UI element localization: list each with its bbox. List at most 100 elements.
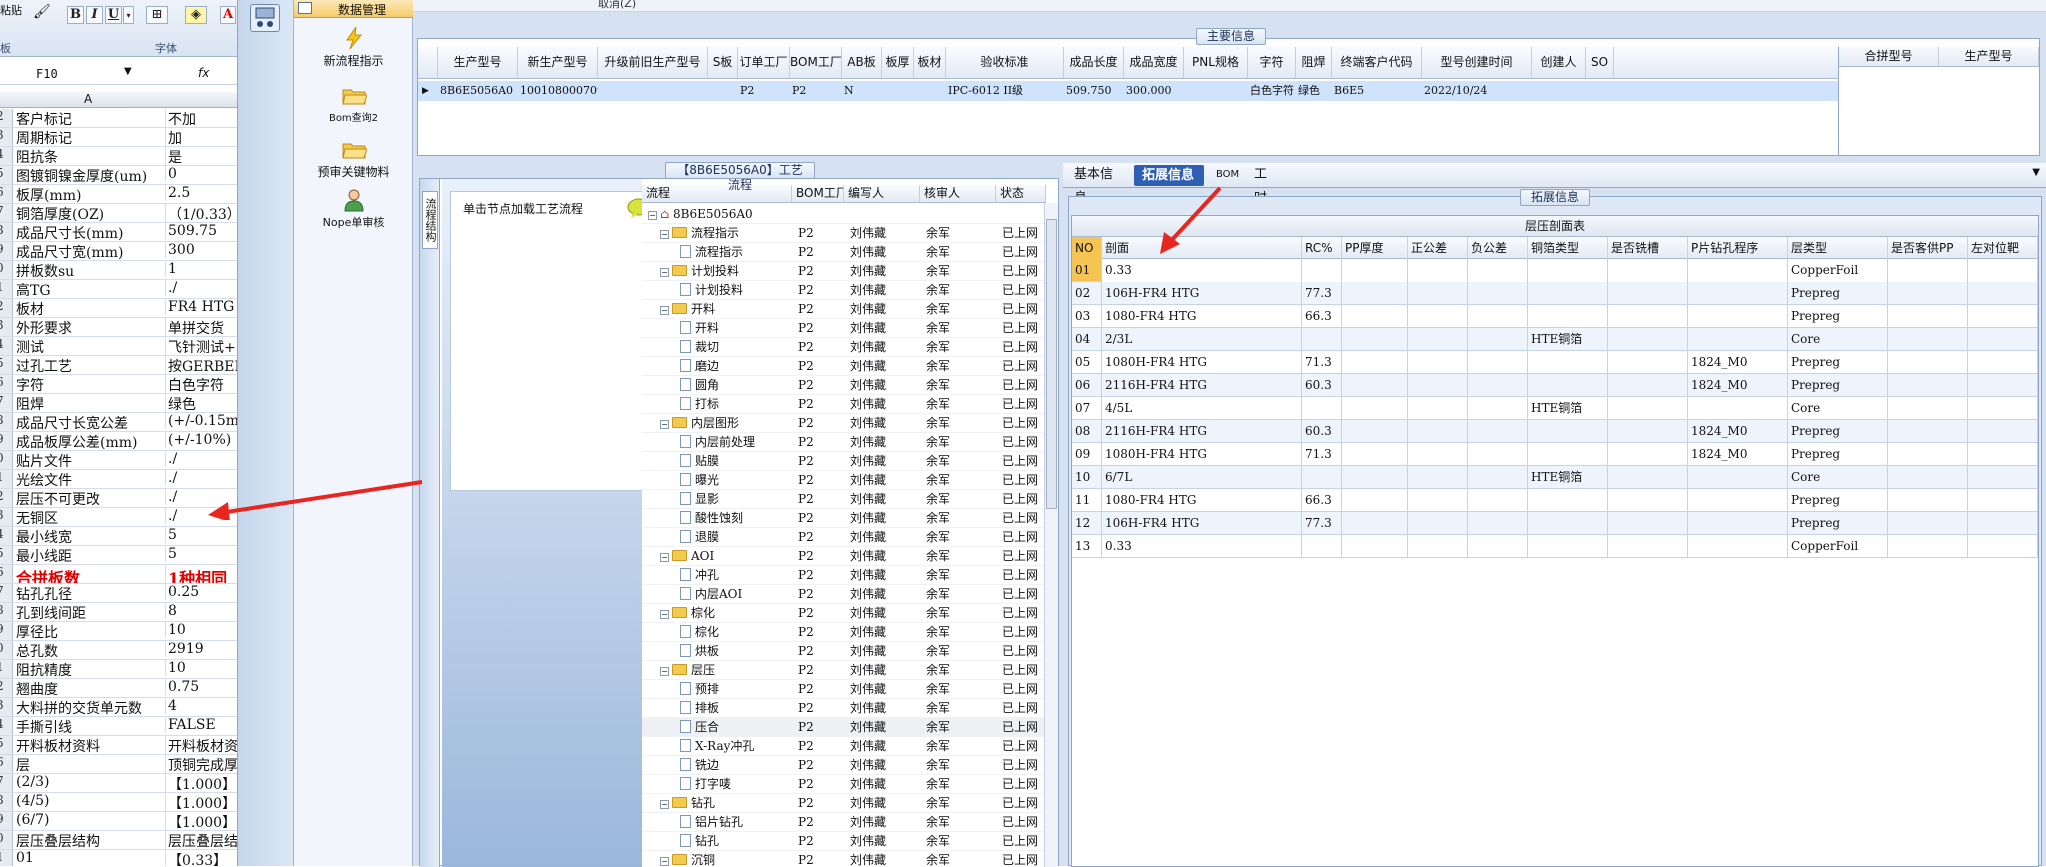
underline-dropdown-icon[interactable]: ▾ bbox=[123, 6, 134, 24]
row-number[interactable]: 8 bbox=[0, 793, 13, 811]
lamination-cell[interactable]: 77.3 bbox=[1302, 282, 1342, 305]
tree-node[interactable]: 钻孔 P2 刘伟藏 余军 已上网 bbox=[642, 832, 1046, 851]
lamination-cell[interactable] bbox=[1468, 489, 1528, 512]
lamination-row[interactable]: 01 0.33 CopperFoil bbox=[1072, 259, 2038, 282]
lamination-column-header[interactable]: 是否客供PP bbox=[1888, 237, 1968, 259]
cell-a[interactable]: 字符 bbox=[16, 375, 162, 393]
lamination-row[interactable]: 02 106H-FR4 HTG 77.3 Prepreg bbox=[1072, 282, 2038, 305]
lamination-cell[interactable] bbox=[1968, 374, 2038, 397]
excel-row[interactable]: 2层压不可更改./ bbox=[0, 489, 237, 508]
lamination-cell[interactable] bbox=[1528, 512, 1608, 535]
cell-b[interactable]: 5 bbox=[165, 546, 237, 562]
lamination-cell[interactable]: 1824_M0 bbox=[1688, 351, 1788, 374]
excel-row[interactable]: 9成品尺寸宽(mm)300 bbox=[0, 242, 237, 261]
lamination-cell[interactable] bbox=[1608, 489, 1688, 512]
lamination-cell[interactable] bbox=[1968, 259, 2038, 282]
lamination-cell[interactable]: 71.3 bbox=[1302, 351, 1342, 374]
main-info-cell[interactable]: 绿色 bbox=[1296, 81, 1332, 101]
cell-a[interactable]: 钻孔孔径 bbox=[16, 584, 162, 602]
lamination-cell[interactable]: 12 bbox=[1072, 512, 1102, 535]
cell-a[interactable]: 客户标记 bbox=[16, 109, 162, 127]
tree-node[interactable]: − 棕化 P2 刘伟藏 余军 已上网 bbox=[642, 604, 1046, 623]
lamination-cell[interactable] bbox=[1888, 351, 1968, 374]
cell-a[interactable]: 手撕引线 bbox=[16, 717, 162, 735]
column-header[interactable]: 验收标准 bbox=[946, 47, 1064, 78]
cell-a[interactable]: 厚径比 bbox=[16, 622, 162, 640]
cell-b[interactable]: (+/-0.15m bbox=[165, 413, 237, 429]
main-info-cell[interactable]: N bbox=[842, 81, 882, 101]
lamination-cell[interactable]: Prepreg bbox=[1788, 489, 1888, 512]
excel-row[interactable]: 3周期标记加 bbox=[0, 128, 237, 147]
lamination-cell[interactable] bbox=[1688, 512, 1788, 535]
lamination-column-header[interactable]: 铜箔类型 bbox=[1528, 237, 1608, 259]
cell-a[interactable]: 成品尺寸长(mm) bbox=[16, 223, 162, 241]
main-info-cell[interactable]: 8B6E5056A0 bbox=[438, 81, 518, 101]
tree-node[interactable]: 退膜 P2 刘伟藏 余军 已上网 bbox=[642, 528, 1046, 547]
excel-row[interactable]: 6板厚(mm)2.5 bbox=[0, 185, 237, 204]
row-number[interactable]: 3 bbox=[0, 508, 13, 526]
cell-a[interactable]: 图镀铜镍金厚度(um) bbox=[16, 166, 162, 184]
cell-b[interactable]: 2.5 bbox=[165, 185, 237, 201]
excel-row[interactable]: 2客户标记不加 bbox=[0, 109, 237, 128]
collapse-icon[interactable]: − bbox=[660, 857, 669, 866]
row-number[interactable]: 7 bbox=[0, 774, 13, 792]
column-header[interactable]: BOM工厂 bbox=[790, 47, 842, 78]
cell-a[interactable]: 层压不可更改 bbox=[16, 489, 162, 507]
lamination-cell[interactable]: 60.3 bbox=[1302, 374, 1342, 397]
lamination-cell[interactable] bbox=[1688, 259, 1788, 282]
row-number[interactable]: 8 bbox=[0, 413, 13, 431]
excel-row[interactable]: 0总孔数2919 bbox=[0, 641, 237, 660]
lamination-cell[interactable] bbox=[1608, 443, 1688, 466]
main-info-cell[interactable] bbox=[1532, 81, 1586, 101]
lamination-column-header[interactable]: 正公差 bbox=[1408, 237, 1468, 259]
cell-a[interactable]: 成品尺寸长宽公差 bbox=[16, 413, 162, 431]
tree-column-header[interactable]: 编写人 bbox=[844, 185, 920, 202]
lamination-cell[interactable] bbox=[1968, 328, 2038, 351]
lamination-cell[interactable]: 13 bbox=[1072, 535, 1102, 558]
row-number[interactable]: 1 bbox=[0, 280, 13, 298]
cancel-button[interactable]: 取消(Z) bbox=[598, 0, 636, 11]
lamination-cell[interactable] bbox=[1468, 351, 1528, 374]
lamination-cell[interactable] bbox=[1528, 420, 1608, 443]
cell-b[interactable]: 1 bbox=[165, 261, 237, 277]
cell-b[interactable]: 509.75 bbox=[165, 223, 237, 239]
cell-a[interactable]: 阻抗精度 bbox=[16, 660, 162, 678]
lamination-cell[interactable] bbox=[1608, 259, 1688, 282]
column-header[interactable]: 升级前旧生产型号 bbox=[598, 47, 708, 78]
tree-node[interactable]: 内层前处理 P2 刘伟藏 余军 已上网 bbox=[642, 433, 1046, 452]
tree-node[interactable]: − 层压 P2 刘伟藏 余军 已上网 bbox=[642, 661, 1046, 680]
lamination-cell[interactable] bbox=[1528, 443, 1608, 466]
row-number[interactable]: 2 bbox=[0, 679, 13, 697]
lamination-cell[interactable] bbox=[1608, 397, 1688, 420]
paste-label[interactable]: 粘贴 bbox=[0, 2, 22, 18]
lamination-cell[interactable] bbox=[1968, 351, 2038, 374]
excel-row[interactable]: 101【0.33】 bbox=[0, 850, 237, 866]
column-header[interactable]: SO bbox=[1586, 47, 1614, 78]
lamination-cell[interactable] bbox=[1608, 420, 1688, 443]
cell-a[interactable]: 翘曲度 bbox=[16, 679, 162, 697]
lamination-cell[interactable] bbox=[1888, 535, 1968, 558]
lamination-cell[interactable] bbox=[1408, 489, 1468, 512]
tree-node[interactable]: 排板 P2 刘伟藏 余军 已上网 bbox=[642, 699, 1046, 718]
lamination-cell[interactable] bbox=[1342, 259, 1408, 282]
excel-row[interactable]: 2翘曲度0.75 bbox=[0, 679, 237, 698]
column-header[interactable]: 板材 bbox=[914, 47, 946, 78]
cell-a[interactable]: 光绘文件 bbox=[16, 470, 162, 488]
lamination-row[interactable]: 10 6/7L HTE铜箔 Core bbox=[1072, 466, 2038, 489]
row-number[interactable]: 6 bbox=[0, 185, 13, 203]
tree-node[interactable]: 铝片钻孔 P2 刘伟藏 余军 已上网 bbox=[642, 813, 1046, 832]
lamination-cell[interactable] bbox=[1608, 351, 1688, 374]
row-number[interactable]: 4 bbox=[0, 147, 13, 165]
excel-row[interactable]: 7钻孔孔径0.25 bbox=[0, 584, 237, 603]
row-number[interactable]: 8 bbox=[0, 603, 13, 621]
cell-b[interactable]: ./ bbox=[165, 489, 237, 505]
lamination-cell[interactable] bbox=[1888, 259, 1968, 282]
column-header[interactable]: 生产型号 bbox=[438, 47, 518, 78]
tree-node[interactable]: 计划投料 P2 刘伟藏 余军 已上网 bbox=[642, 281, 1046, 300]
tree-node[interactable]: 贴膜 P2 刘伟藏 余军 已上网 bbox=[642, 452, 1046, 471]
lamination-cell[interactable] bbox=[1888, 443, 1968, 466]
column-header[interactable]: 阻焊 bbox=[1296, 47, 1332, 78]
excel-row[interactable]: 9(6/7)【1.000】 bbox=[0, 812, 237, 831]
lamination-cell[interactable]: 66.3 bbox=[1302, 305, 1342, 328]
lamination-cell[interactable]: Core bbox=[1788, 328, 1888, 351]
